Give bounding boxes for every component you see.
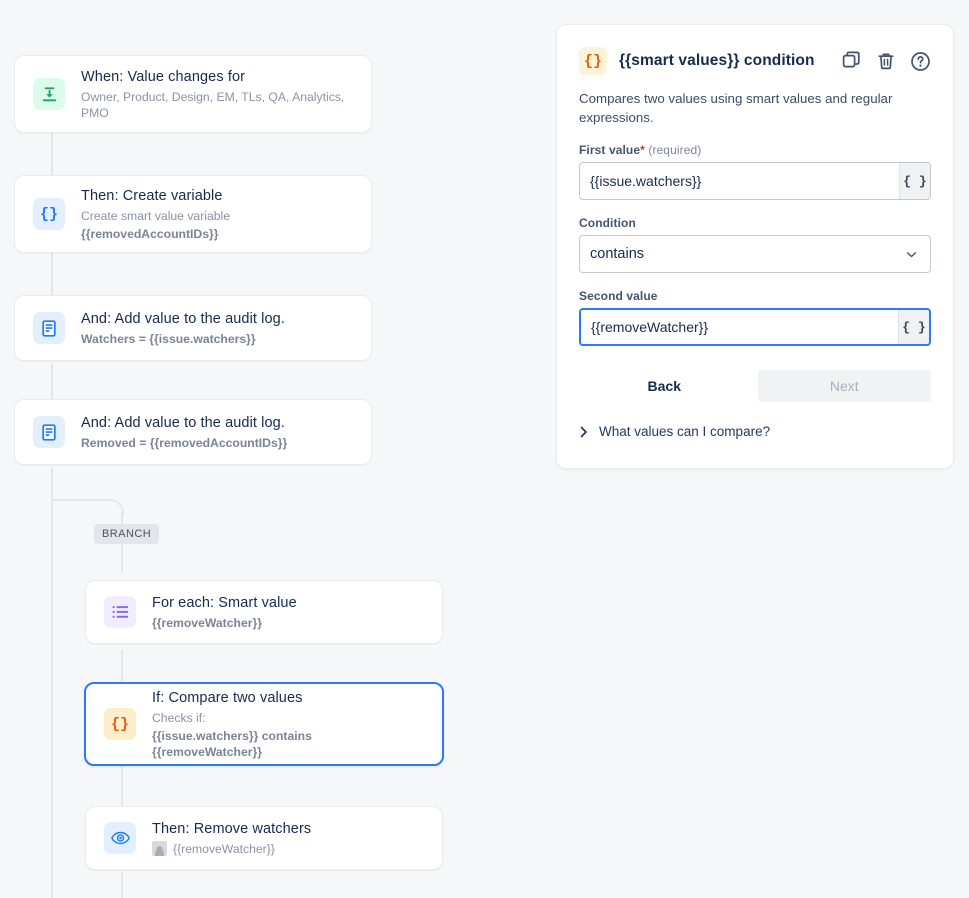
chevron-down-icon	[905, 248, 918, 261]
back-button[interactable]: Back	[579, 370, 750, 402]
second-value-input-wrap[interactable]: { }	[579, 308, 931, 346]
panel-actions	[841, 50, 931, 72]
rule-card-audit-log-removed[interactable]: And: Add value to the audit log. Removed…	[14, 399, 372, 465]
condition-selected-value: contains	[590, 246, 645, 262]
card-subtitle-value: {{removedAccountIDs}}	[81, 226, 219, 241]
condition-select[interactable]: contains	[579, 235, 931, 273]
field-condition: Condition contains	[557, 216, 953, 273]
rule-card-then-remove-watchers[interactable]: Then: Remove watchers {{removeWatcher}}	[85, 806, 443, 870]
next-button[interactable]: Next	[757, 370, 931, 402]
eye-icon	[104, 822, 136, 854]
panel-description: Compares two values using smart values a…	[579, 91, 893, 125]
card-body: Then: Create variable Create smart value…	[81, 187, 230, 242]
panel-title: {{smart values}} condition	[619, 52, 815, 69]
required-asterisk: *	[640, 143, 645, 157]
first-value-label-text: First value	[579, 143, 641, 157]
branch-connector-vertical	[121, 872, 123, 898]
rule-card-if-compare-two-values[interactable]: {} If: Compare two values Checks if: {{i…	[84, 682, 444, 766]
audit-log-icon	[33, 312, 65, 344]
card-subtitle: {{removeWatcher}}	[152, 615, 262, 630]
first-value-label: First value* (required)	[579, 143, 931, 157]
card-subtitle-text: {{removeWatcher}}	[173, 841, 275, 856]
smart-value-picker-button[interactable]: { }	[899, 163, 930, 199]
automation-rule-builder: When: Value changes for Owner, Product, …	[0, 0, 969, 898]
smart-value-braces-orange-icon: {}	[104, 708, 136, 740]
card-title: For each: Smart value	[152, 594, 297, 611]
card-title: Then: Remove watchers	[152, 820, 312, 837]
first-value-input[interactable]	[580, 163, 899, 199]
branch-tag: BRANCH	[94, 524, 160, 544]
smart-value-picker-button[interactable]: { }	[898, 310, 929, 344]
list-icon	[104, 596, 136, 628]
duplicate-icon[interactable]	[841, 50, 863, 72]
card-title: If: Compare two values	[152, 689, 303, 706]
card-title: Then: Create variable	[81, 187, 223, 204]
condition-config-panel: {} {{smart values}} condition Compares t…	[556, 24, 954, 469]
card-body: And: Add value to the audit log. Removed…	[81, 414, 287, 451]
card-subtitle: Checks if:	[152, 710, 206, 725]
expander-label: What values can I compare?	[599, 424, 771, 439]
second-value-input[interactable]	[581, 310, 898, 344]
card-title: When: Value changes for	[81, 68, 246, 85]
what-values-expander[interactable]: What values can I compare?	[557, 424, 953, 439]
card-subtitle: {{removeWatcher}}	[152, 841, 311, 857]
panel-button-row: Back Next	[557, 370, 953, 402]
card-subtitle: Owner, Product, Design, EM, TLs, QA, Ana…	[81, 89, 345, 120]
avatar	[152, 841, 167, 856]
card-body: When: Value changes for Owner, Product, …	[81, 68, 353, 121]
card-title: And: Add value to the audit log.	[81, 414, 285, 431]
connector-line	[51, 468, 53, 898]
card-body: And: Add value to the audit log. Watcher…	[81, 310, 285, 347]
card-subtitle: Create smart value variable	[81, 208, 231, 223]
required-note: (required)	[648, 143, 702, 157]
card-subtitle: Removed = {{removedAccountIDs}}	[81, 435, 288, 450]
branch-connector-vertical	[121, 766, 123, 806]
help-icon[interactable]	[909, 50, 931, 72]
smart-value-braces-orange-icon: {}	[579, 47, 607, 75]
field-second-value: Second value { }	[557, 289, 953, 346]
rule-card-when-value-changes[interactable]: When: Value changes for Owner, Product, …	[14, 55, 372, 133]
condition-label: Condition	[579, 216, 636, 230]
branch-connector-horizontal	[51, 499, 109, 501]
card-body: For each: Smart value {{removeWatcher}}	[152, 594, 297, 631]
panel-header: {} {{smart values}} condition	[557, 25, 953, 75]
card-body: If: Compare two values Checks if: {{issu…	[152, 689, 424, 760]
rule-card-for-each-smart-value[interactable]: For each: Smart value {{removeWatcher}}	[85, 580, 443, 644]
rule-card-create-variable[interactable]: {} Then: Create variable Create smart va…	[14, 175, 372, 253]
card-body: Then: Remove watchers {{removeWatcher}}	[152, 820, 311, 857]
first-value-input-wrap[interactable]: { }	[579, 162, 931, 200]
delete-icon[interactable]	[875, 50, 897, 72]
value-changed-icon	[33, 78, 65, 110]
card-subtitle-condition: {{issue.watchers}} contains {{removeWatc…	[152, 728, 312, 759]
audit-log-icon	[33, 416, 65, 448]
chevron-right-icon	[579, 426, 589, 438]
card-title: And: Add value to the audit log.	[81, 310, 285, 327]
second-value-label: Second value	[579, 289, 658, 303]
rule-card-audit-log-watchers[interactable]: And: Add value to the audit log. Watcher…	[14, 295, 372, 361]
field-first-value: First value* (required) { }	[557, 143, 953, 200]
smart-value-braces-icon: {}	[33, 198, 65, 230]
card-subtitle: Watchers = {{issue.watchers}}	[81, 331, 256, 346]
